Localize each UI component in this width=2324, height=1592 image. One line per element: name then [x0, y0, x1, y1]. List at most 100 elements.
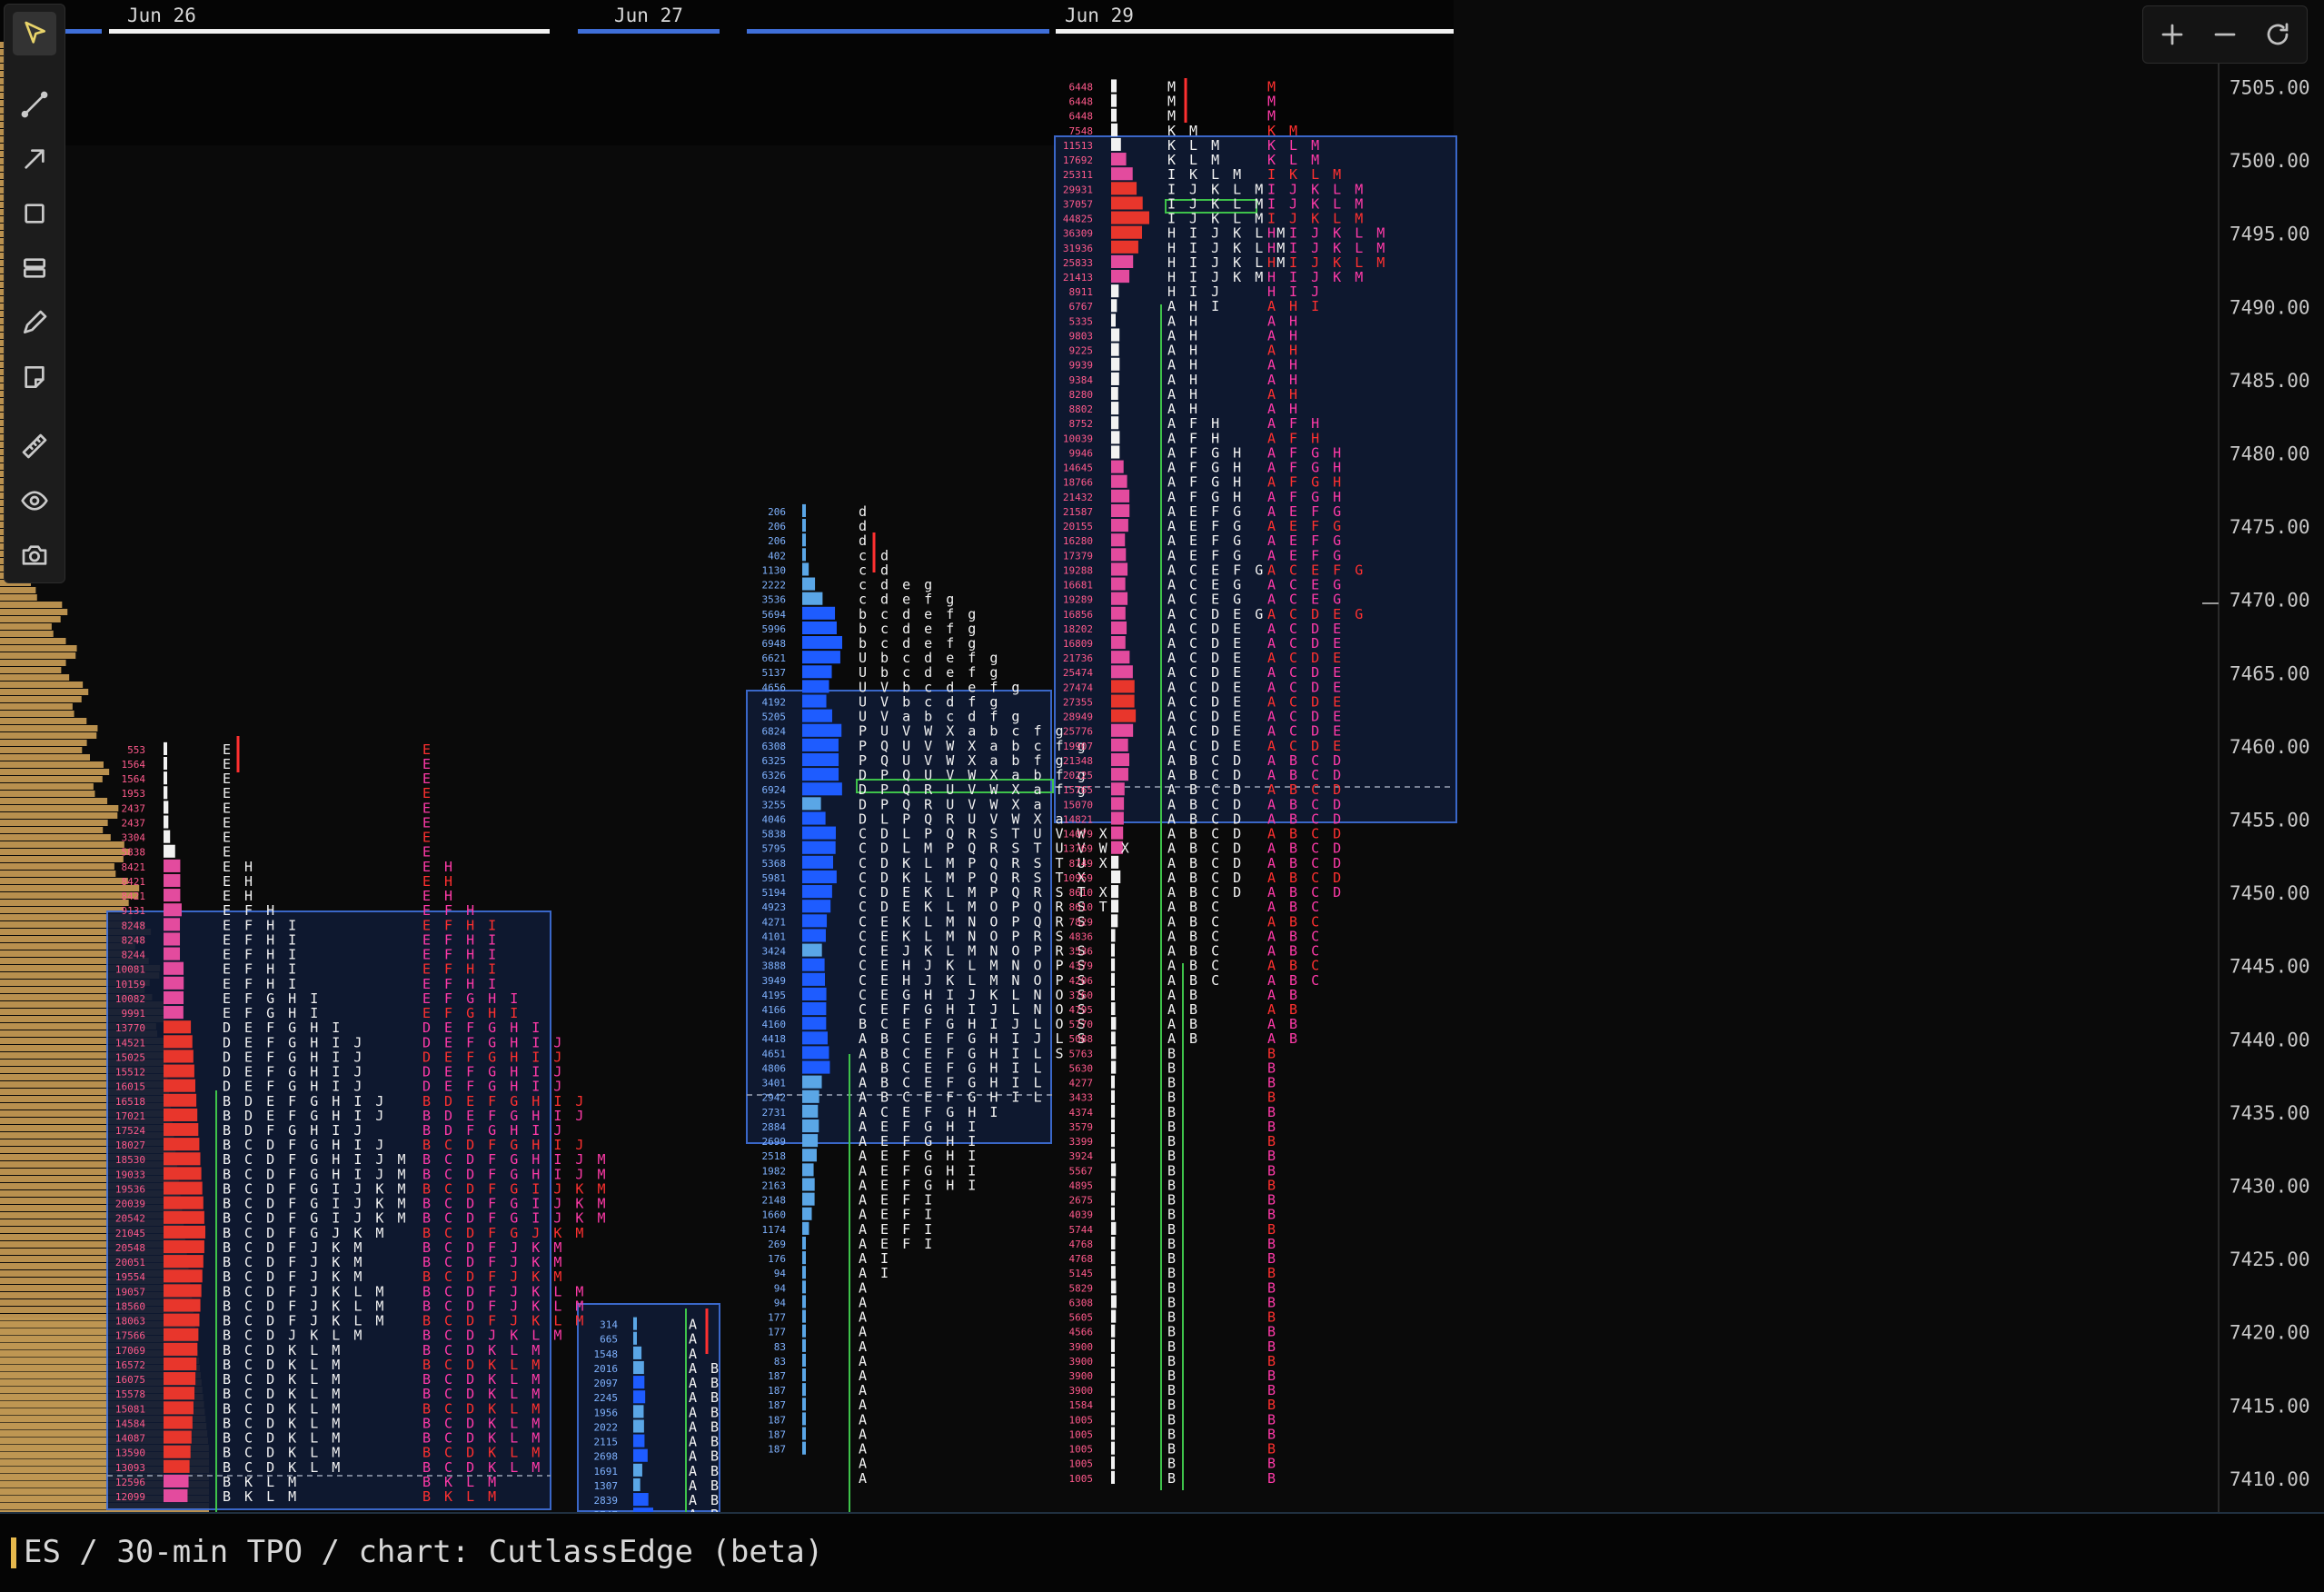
volume-label: 29931 [1063, 184, 1093, 195]
price-label: 7420.00 [2230, 1322, 2310, 1344]
volume-label: 1584 [1069, 1399, 1094, 1411]
volume-label: 17524 [115, 1125, 145, 1137]
volume-label: 8421 [122, 891, 146, 902]
volume-label: 187 [768, 1444, 786, 1456]
price-label: 7415.00 [2230, 1395, 2310, 1417]
volume-label: 13093 [115, 1462, 145, 1474]
volume-label: 1548 [594, 1348, 619, 1360]
volume-bar [1111, 503, 1130, 518]
volume-bar [802, 1017, 827, 1030]
volume-label: 17379 [1063, 550, 1093, 562]
pencil-icon[interactable] [13, 301, 56, 344]
composite-bar [0, 776, 103, 782]
arrow-icon[interactable] [13, 137, 56, 181]
zoom-out-icon[interactable] [2203, 13, 2247, 56]
volume-label: 17021 [115, 1110, 145, 1122]
volume-bar [1111, 1002, 1116, 1016]
composite-bar [0, 616, 61, 622]
composite-bar [0, 747, 83, 753]
volume-bar [802, 811, 826, 825]
line-icon[interactable] [13, 83, 56, 126]
volume-label: 16856 [1063, 609, 1093, 621]
volume-bar [802, 1060, 830, 1074]
volume-label: 19057 [115, 1286, 145, 1298]
volume-bar [1111, 1104, 1116, 1118]
volume-label: 28949 [1063, 711, 1093, 723]
tpo-row-split: B [1267, 1470, 1278, 1487]
volume-label: 3536 [1069, 946, 1094, 958]
volume-label: 5335 [1069, 315, 1094, 327]
composite-bar [0, 769, 110, 775]
ruler-icon[interactable] [13, 424, 56, 468]
volume-label: 11513 [1063, 140, 1093, 152]
range-icon[interactable] [13, 246, 56, 290]
volume-bar [1111, 94, 1117, 107]
pointer-icon[interactable] [13, 12, 56, 55]
volume-bar [164, 1474, 189, 1488]
volume-bar [1111, 225, 1143, 239]
volume-bar [1111, 1456, 1115, 1469]
volume-bar [1111, 885, 1119, 899]
volume-label: 4166 [762, 1004, 787, 1016]
volume-bar [1111, 694, 1135, 708]
volume-bar [1111, 1207, 1115, 1220]
volume-label: 4806 [762, 1062, 787, 1074]
volume-label: 14645 [1063, 463, 1093, 474]
zoom-in-icon[interactable] [2150, 13, 2194, 56]
volume-label: 19536 [115, 1183, 145, 1195]
rectangle-icon[interactable] [13, 192, 56, 235]
volume-bar [802, 533, 806, 547]
volume-bar [1111, 1221, 1117, 1235]
composite-bar [0, 594, 37, 601]
note-icon[interactable] [13, 355, 56, 399]
volume-label: 5137 [762, 667, 787, 679]
price-label: 7430.00 [2230, 1176, 2310, 1198]
eye-icon[interactable] [13, 479, 56, 522]
volume-bar [1111, 548, 1127, 562]
composite-bar [0, 783, 94, 790]
volume-bar [1111, 782, 1125, 796]
volume-bar [802, 1075, 822, 1089]
volume-label: 14087 [115, 1433, 145, 1445]
volume-bar [802, 1134, 819, 1148]
volume-bar [802, 1031, 828, 1045]
composite-bar [0, 812, 118, 819]
volume-bar [802, 1412, 806, 1426]
volume-bar [1111, 1427, 1115, 1440]
volume-bar [1111, 606, 1126, 620]
composite-bar [0, 725, 98, 731]
volume-bar [1111, 855, 1119, 869]
volume-label: 15081 [115, 1403, 145, 1415]
camera-icon[interactable] [13, 533, 56, 577]
volume-bar [1111, 211, 1149, 224]
volume-bar [1111, 1017, 1117, 1030]
tpo-chart[interactable]: E EE EE EE EE EE EE EE EE HE HE HE HE HE HE F HE… [0, 0, 2324, 1512]
volume-bar [802, 900, 831, 913]
volume-bar [802, 694, 827, 708]
composite-bar [0, 841, 124, 848]
volume-bar [802, 606, 836, 620]
volume-label: 17566 [115, 1330, 145, 1342]
volume-bar [1111, 519, 1128, 532]
volume-bar [1111, 958, 1116, 971]
session-bar [747, 29, 1049, 34]
volume-label: 1005 [1069, 1444, 1094, 1456]
volume-label: 1005 [1069, 1473, 1094, 1485]
price-label: 7475.00 [2230, 516, 2310, 538]
volume-label: 176 [768, 1253, 786, 1265]
volume-label: 8248 [122, 920, 146, 931]
volume-bar [1111, 651, 1130, 664]
volume-label: 177 [768, 1312, 786, 1324]
volume-label: 4651 [762, 1048, 787, 1060]
reset-icon[interactable] [2256, 13, 2299, 56]
volume-label: 25776 [1063, 726, 1093, 738]
volume-bar [802, 1309, 806, 1323]
volume-bar [802, 1353, 806, 1367]
composite-bar [0, 871, 116, 877]
volume-label: 2942 [762, 1092, 787, 1104]
volume-bar [802, 1338, 806, 1352]
volume-label: 14079 [1063, 829, 1093, 841]
volume-bar [164, 1079, 196, 1092]
volume-bar [633, 1419, 644, 1433]
volume-bar [1111, 1075, 1116, 1089]
